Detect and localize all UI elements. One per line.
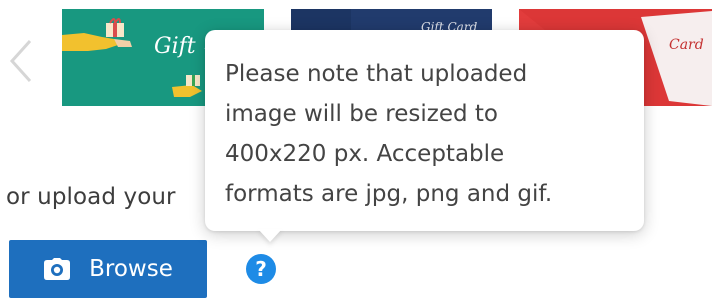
tooltip-line-4: formats are jpg, png and gif.	[225, 181, 553, 207]
carousel-prev-button[interactable]	[6, 36, 36, 86]
svg-text:Card: Card	[669, 37, 704, 53]
tooltip-line-1: Please note that uploaded	[225, 61, 528, 87]
browse-button-label: Browse	[89, 256, 173, 282]
tooltip-line-3: 400x220 px. Acceptable	[225, 141, 505, 167]
browse-button[interactable]: Browse	[9, 240, 207, 298]
svg-text:Gift: Gift	[154, 34, 196, 59]
upload-info-tooltip: Please note that uploaded image will be …	[205, 30, 644, 231]
help-icon[interactable]: ?	[246, 254, 276, 284]
upload-label: or upload your	[6, 184, 176, 210]
camera-icon	[44, 258, 71, 280]
chevron-left-icon	[9, 39, 32, 83]
tooltip-line-2: image will be resized to	[225, 101, 499, 127]
tooltip-arrow	[258, 229, 282, 242]
